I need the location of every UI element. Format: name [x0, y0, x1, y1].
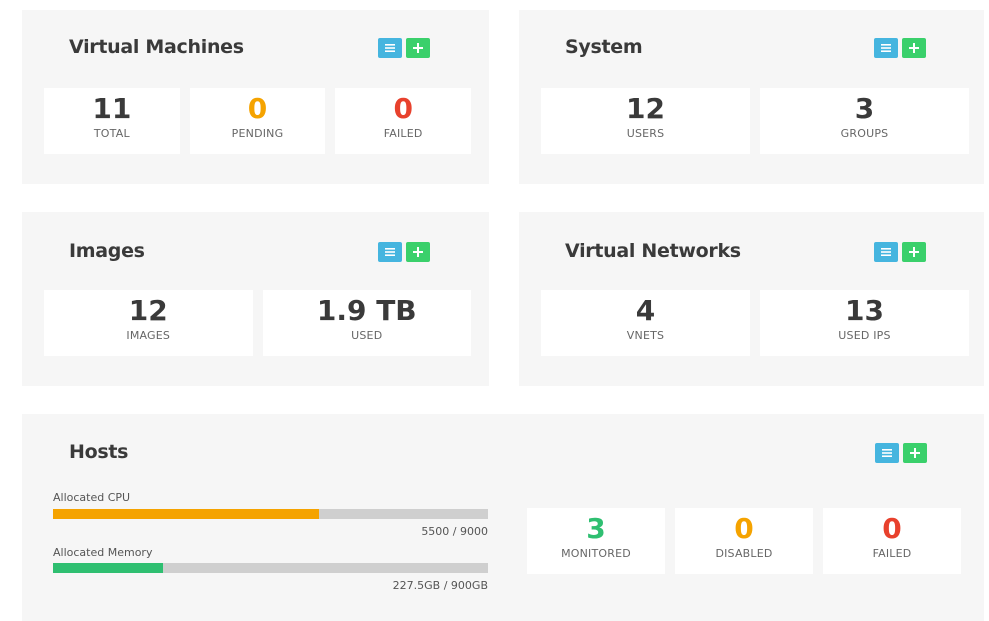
stat-vnets-label: VNETS	[626, 329, 665, 342]
system-title: System	[565, 36, 643, 58]
virtual-networks-actions	[874, 242, 926, 262]
stat-hosts-failed-label: FAILED	[872, 547, 912, 560]
stat-monitored[interactable]: 3 MONITORED	[527, 508, 665, 574]
list-icon	[881, 248, 891, 256]
virtual-machines-panel: Virtual Machines 11 TOTAL 0 PENDING 0 FA…	[22, 10, 489, 184]
system-panel: System 12 USERS 3 GROUPS	[519, 10, 984, 184]
list-icon	[882, 449, 892, 457]
virtual-machines-stats: 11 TOTAL 0 PENDING 0 FAILED	[44, 88, 472, 154]
images-stats: 12 IMAGES 1.9 TB USED	[44, 290, 471, 356]
stat-used-ips[interactable]: 13 USED IPS	[760, 290, 969, 356]
list-icon	[385, 248, 395, 256]
stat-images-label: IMAGES	[126, 329, 171, 342]
virtual-machines-add-button[interactable]	[406, 38, 430, 58]
images-list-button[interactable]	[378, 242, 402, 262]
stat-users-label: USERS	[626, 127, 665, 140]
virtual-networks-list-button[interactable]	[874, 242, 898, 262]
stat-users[interactable]: 12 USERS	[541, 88, 750, 154]
system-stats: 12 USERS 3 GROUPS	[541, 88, 969, 154]
stat-images[interactable]: 12 IMAGES	[44, 290, 253, 356]
stat-failed-label: FAILED	[383, 127, 423, 140]
plus-icon	[910, 448, 920, 458]
stat-used-ips-label: USED IPS	[838, 329, 891, 342]
system-actions	[874, 38, 926, 58]
stat-hosts-failed-value: 0	[882, 512, 902, 545]
stat-used-ips-value: 13	[845, 294, 884, 327]
stat-vnets-value: 4	[635, 294, 656, 327]
system-add-button[interactable]	[902, 38, 926, 58]
allocated-cpu-bar	[53, 509, 488, 519]
stat-groups-value: 3	[854, 92, 875, 125]
stat-used-value: 1.9 TB	[316, 294, 417, 327]
stat-vnets[interactable]: 4 VNETS	[541, 290, 750, 356]
stat-failed[interactable]: 0 FAILED	[335, 88, 472, 154]
stat-failed-value: 0	[393, 92, 413, 125]
plus-icon	[413, 43, 423, 53]
allocated-memory-label: Allocated Memory	[53, 546, 153, 559]
allocated-memory-value: 227.5GB / 900GB	[392, 579, 488, 592]
virtual-machines-actions	[378, 38, 430, 58]
allocated-memory-bar	[53, 563, 488, 573]
stat-pending[interactable]: 0 PENDING	[189, 88, 326, 154]
images-panel: Images 12 IMAGES 1.9 TB USED	[22, 212, 489, 386]
stat-monitored-label: MONITORED	[561, 547, 631, 560]
allocated-memory-fill	[53, 563, 164, 573]
allocated-cpu-fill	[53, 509, 319, 519]
hosts-list-button[interactable]	[875, 443, 899, 463]
virtual-networks-add-button[interactable]	[902, 242, 926, 262]
images-actions	[378, 242, 430, 262]
stat-users-value: 12	[626, 92, 665, 125]
hosts-title: Hosts	[69, 441, 129, 463]
stat-pending-label: PENDING	[231, 127, 284, 140]
virtual-machines-list-button[interactable]	[378, 38, 402, 58]
stat-total[interactable]: 11 TOTAL	[44, 88, 180, 154]
virtual-networks-stats: 4 VNETS 13 USED IPS	[541, 290, 969, 356]
hosts-panel: Hosts Allocated CPU 5500 / 9000 Allocate…	[22, 414, 984, 621]
plus-icon	[909, 43, 919, 53]
virtual-machines-title: Virtual Machines	[69, 36, 244, 58]
stat-used[interactable]: 1.9 TB USED	[262, 290, 471, 356]
virtual-networks-panel: Virtual Networks 4 VNETS 13 USED IPS	[519, 212, 984, 386]
stat-hosts-failed[interactable]: 0 FAILED	[823, 508, 961, 574]
images-title: Images	[69, 240, 145, 262]
stat-groups[interactable]: 3 GROUPS	[760, 88, 969, 154]
stat-images-value: 12	[128, 294, 168, 327]
plus-icon	[413, 247, 423, 257]
system-list-button[interactable]	[874, 38, 898, 58]
stat-disabled-label: DISABLED	[715, 547, 773, 560]
allocated-cpu-value: 5500 / 9000	[421, 525, 488, 538]
list-icon	[881, 44, 891, 52]
hosts-actions	[875, 443, 927, 463]
hosts-add-button[interactable]	[903, 443, 927, 463]
virtual-networks-title: Virtual Networks	[565, 240, 741, 262]
hosts-stats: 3 MONITORED 0 DISABLED 0 FAILED	[527, 508, 961, 574]
stat-total-label: TOTAL	[93, 127, 130, 140]
allocated-cpu-label: Allocated CPU	[53, 491, 131, 504]
stat-disabled-value: 0	[734, 512, 754, 545]
stat-groups-label: GROUPS	[840, 127, 889, 140]
stat-disabled[interactable]: 0 DISABLED	[675, 508, 813, 574]
stat-pending-value: 0	[247, 92, 268, 125]
stat-total-value: 11	[92, 92, 132, 125]
plus-icon	[909, 247, 919, 257]
list-icon	[385, 44, 395, 52]
stat-used-label: USED	[351, 329, 383, 342]
stat-monitored-value: 3	[586, 512, 606, 545]
images-add-button[interactable]	[406, 242, 430, 262]
